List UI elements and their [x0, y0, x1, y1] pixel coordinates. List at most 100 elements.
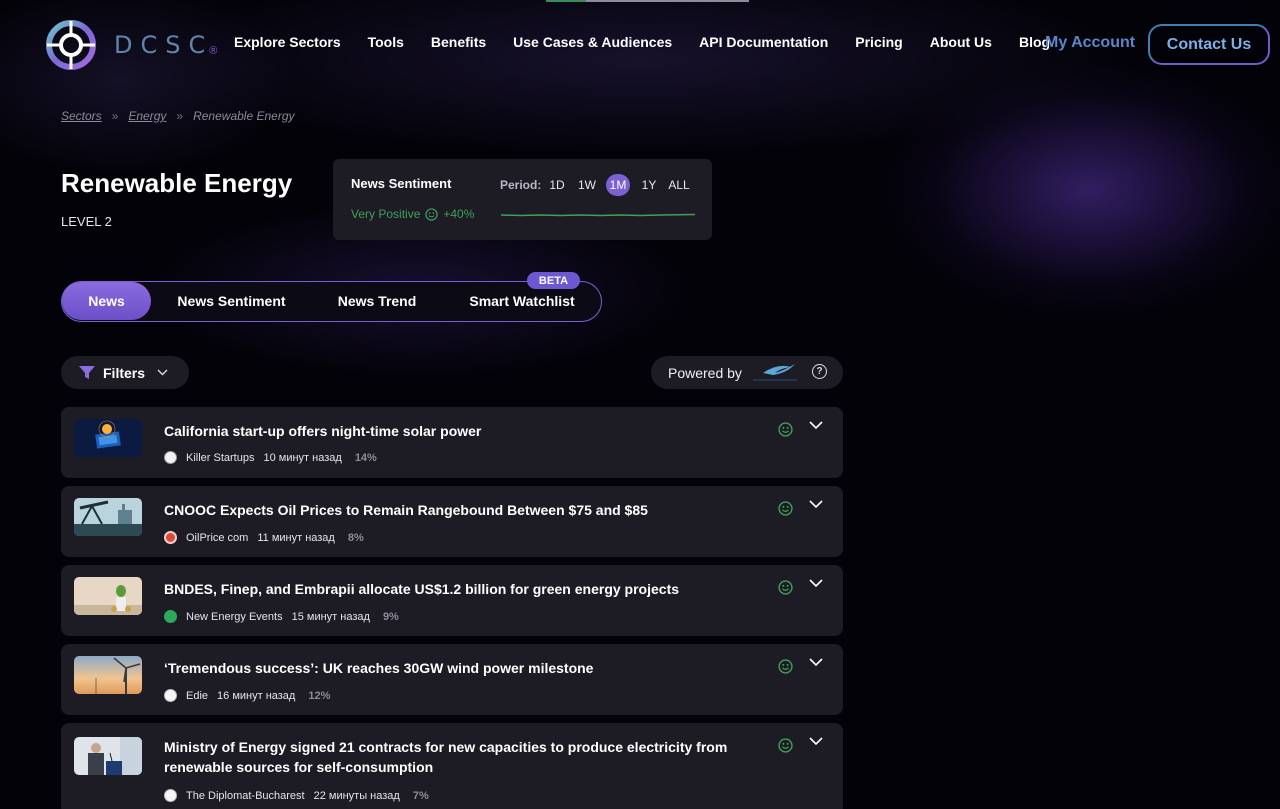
- news-time: 22 минуты назад: [313, 789, 400, 802]
- breadcrumb-sectors[interactable]: Sectors: [61, 109, 102, 123]
- news-sentiment-card: News Sentiment Period: 1D 1W 1M 1Y ALL V…: [333, 159, 712, 240]
- positive-smile-icon: [778, 738, 793, 753]
- news-thumbnail: [74, 656, 142, 694]
- filters-button[interactable]: Filters: [61, 356, 189, 389]
- news-meta: OilPrice com 11 минут назад 8%: [164, 531, 364, 544]
- breadcrumb: Sectors » Energy » Renewable Energy: [61, 109, 295, 123]
- filters-label: Filters: [103, 364, 146, 381]
- nav-pricing[interactable]: Pricing: [855, 34, 902, 50]
- sector-level: LEVEL 2: [61, 214, 112, 229]
- contact-us-button[interactable]: Contact Us: [1148, 24, 1270, 65]
- page-title: Renewable Energy: [61, 168, 293, 198]
- news-item[interactable]: BNDES, Finep, and Embrapii allocate US$1…: [61, 565, 843, 636]
- tab-news[interactable]: News: [62, 282, 151, 320]
- period-all[interactable]: ALL: [668, 174, 690, 196]
- positive-smile-icon: [425, 207, 439, 221]
- news-meta: New Energy Events 15 минут назад 9%: [164, 610, 399, 623]
- period-label: Period:: [500, 178, 542, 192]
- tab-news-trend[interactable]: News Trend: [324, 282, 430, 320]
- news-time: 16 минут назад: [217, 689, 296, 702]
- nav-about-us[interactable]: About Us: [930, 34, 992, 50]
- news-title[interactable]: ‘Tremendous success’: UK reaches 30GW wi…: [164, 658, 744, 678]
- breadcrumb-energy[interactable]: Energy: [128, 109, 166, 123]
- oil-pump-image: [74, 498, 142, 536]
- beta-badge: BETA: [527, 272, 580, 289]
- logo-text: DCSC: [114, 31, 214, 59]
- wind-turbine-image: [74, 656, 142, 694]
- powered-by-label: Powered by: [668, 364, 742, 381]
- chevron-down-icon[interactable]: [809, 658, 823, 667]
- positive-smile-icon: [778, 501, 793, 516]
- news-score: 8%: [347, 531, 364, 544]
- dcsc-logo-icon: [46, 20, 96, 70]
- period-selector: 1D 1W 1M 1Y ALL: [546, 174, 698, 196]
- news-thumbnail: [74, 419, 142, 457]
- sentiment-value: Very Positive +40%: [351, 207, 474, 221]
- news-meta: The Diplomat-Bucharest 22 минуты назад 7…: [164, 789, 429, 802]
- breadcrumb-separator: »: [111, 109, 119, 123]
- tab-news-sentiment[interactable]: News Sentiment: [164, 282, 299, 320]
- main-nav: Explore Sectors Tools Benefits Use Cases…: [234, 34, 1058, 50]
- period-1d[interactable]: 1D: [546, 174, 568, 196]
- nav-api-documentation[interactable]: API Documentation: [699, 34, 828, 50]
- help-icon[interactable]: ?: [812, 364, 827, 379]
- positive-smile-icon: [778, 422, 793, 437]
- news-title[interactable]: BNDES, Finep, and Embrapii allocate US$1…: [164, 579, 744, 599]
- nav-tools[interactable]: Tools: [368, 34, 404, 50]
- news-time: 15 минут назад: [291, 610, 370, 623]
- news-title[interactable]: CNOOC Expects Oil Prices to Remain Range…: [164, 500, 744, 520]
- plant-coins-image: [74, 577, 142, 615]
- period-1w[interactable]: 1W: [576, 174, 598, 196]
- powered-by-box: Powered by ?: [651, 356, 843, 389]
- nav-explore-sectors[interactable]: Explore Sectors: [234, 34, 341, 50]
- news-source[interactable]: Killer Startups: [186, 452, 254, 464]
- news-meta: Edie 16 минут назад 12%: [164, 689, 330, 702]
- news-meta: Killer Startups 10 минут назад 14%: [164, 451, 377, 464]
- site-header: DCSC ® Explore Sectors Tools Benefits Us…: [0, 0, 1280, 90]
- news-source[interactable]: Edie: [186, 690, 208, 702]
- sentiment-change: +40%: [443, 207, 475, 221]
- news-thumbnail: [74, 577, 142, 615]
- news-source[interactable]: OilPrice com: [186, 532, 248, 544]
- news-time: 10 минут назад: [263, 451, 342, 464]
- nav-use-cases[interactable]: Use Cases & Audiences: [513, 34, 672, 50]
- news-title[interactable]: Ministry of Energy signed 21 contracts f…: [164, 737, 744, 777]
- breadcrumb-current: Renewable Energy: [193, 109, 295, 123]
- logo[interactable]: DCSC ®: [44, 18, 217, 72]
- sentiment-card-title: News Sentiment: [351, 176, 452, 191]
- period-1y[interactable]: 1Y: [638, 174, 660, 196]
- new-energy-events-icon: [164, 610, 177, 623]
- sentiment-label: Very Positive: [351, 207, 421, 221]
- chevron-down-icon[interactable]: [809, 737, 823, 746]
- news-thumbnail: [74, 498, 142, 536]
- news-item[interactable]: California start-up offers night-time so…: [61, 407, 843, 478]
- logo-registered-mark: ®: [209, 45, 218, 57]
- news-score: 7%: [412, 789, 429, 802]
- sentiment-sparkline: [501, 213, 695, 217]
- chevron-down-icon[interactable]: [809, 579, 823, 588]
- news-item[interactable]: Ministry of Energy signed 21 contracts f…: [61, 723, 843, 809]
- positive-smile-icon: [778, 580, 793, 595]
- breadcrumb-separator: »: [176, 109, 184, 123]
- diplomat-icon: [164, 789, 177, 802]
- news-source[interactable]: New Energy Events: [186, 611, 283, 623]
- solar-chip-image: [74, 419, 142, 457]
- cityfalcon-logo-icon: [752, 363, 797, 380]
- nav-benefits[interactable]: Benefits: [431, 34, 486, 50]
- news-thumbnail: [74, 737, 142, 775]
- news-score: 12%: [308, 689, 331, 702]
- period-1m[interactable]: 1M: [606, 174, 630, 196]
- news-score: 14%: [354, 451, 377, 464]
- chevron-down-icon[interactable]: [809, 500, 823, 509]
- edie-icon: [164, 689, 177, 702]
- my-account-link[interactable]: My Account: [1045, 34, 1135, 52]
- killer-startups-icon: [164, 451, 177, 464]
- positive-smile-icon: [778, 659, 793, 674]
- chevron-down-icon[interactable]: [809, 421, 823, 430]
- news-source[interactable]: The Diplomat-Bucharest: [186, 790, 305, 802]
- news-title[interactable]: California start-up offers night-time so…: [164, 421, 744, 441]
- filter-icon: [79, 365, 95, 379]
- news-item[interactable]: CNOOC Expects Oil Prices to Remain Range…: [61, 486, 843, 557]
- news-score: 9%: [382, 610, 399, 623]
- news-item[interactable]: ‘Tremendous success’: UK reaches 30GW wi…: [61, 644, 843, 715]
